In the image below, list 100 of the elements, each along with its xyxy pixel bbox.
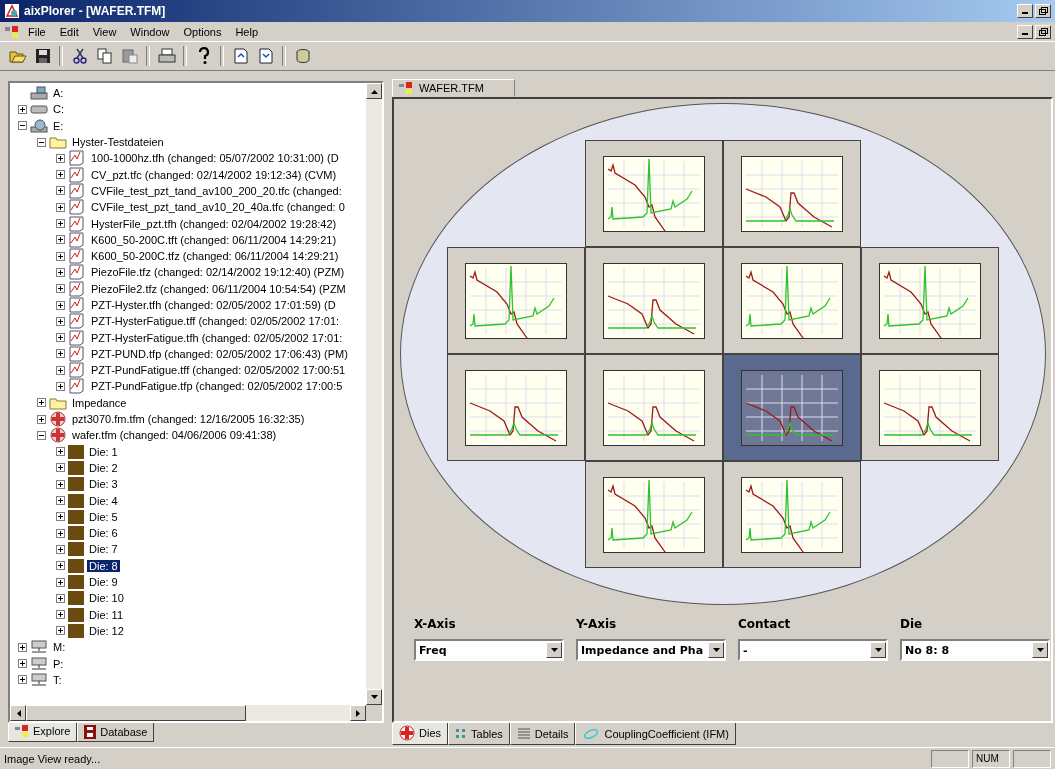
collapse-toggle[interactable]: [37, 430, 46, 440]
expand-toggle[interactable]: [56, 577, 65, 587]
tree-item[interactable]: PiezoFile2.tfz (changed: 06/11/2004 10:54:54) (PZM: [89, 282, 348, 295]
expand-toggle[interactable]: [56, 512, 65, 522]
view-tab[interactable]: Tables: [448, 723, 510, 745]
tree-item[interactable]: 100-1000hz.tfh (changed: 05/07/2002 10:31:00) (D: [89, 152, 341, 165]
expand-toggle[interactable]: [56, 333, 65, 343]
tree-item[interactable]: Die: 11: [87, 608, 126, 621]
die-tile[interactable]: [722, 247, 861, 354]
expand-toggle[interactable]: [56, 219, 65, 228]
tree-item[interactable]: Die: 6: [87, 527, 120, 540]
menu-item[interactable]: File: [22, 24, 52, 39]
die-tile[interactable]: [584, 247, 723, 354]
tree-item[interactable]: Die: 1: [87, 445, 120, 458]
tree-item[interactable]: Die: 5: [87, 510, 120, 523]
collapse-toggle[interactable]: [18, 121, 27, 131]
die-tile[interactable]: [860, 247, 999, 354]
expand-toggle[interactable]: [56, 610, 65, 620]
tree-item[interactable]: PiezoFile.tfz (changed: 02/14/2002 19:12:40) (PZM): [89, 266, 347, 279]
tree-item[interactable]: PZT-PundFatigue.tfp (changed: 02/05/2002 17:00:5: [89, 380, 345, 393]
tree-item[interactable]: CVFile_test_pzt_tand_av100_200_20.tfc (changed:: [89, 184, 344, 197]
restore-button[interactable]: [1035, 24, 1051, 39]
expand-toggle[interactable]: [37, 414, 46, 424]
expand-toggle[interactable]: [56, 479, 65, 489]
die-tile[interactable]: [584, 461, 723, 568]
expand-toggle[interactable]: [56, 300, 65, 310]
view-tab[interactable]: Dies: [392, 723, 448, 745]
tree-item[interactable]: Die: 7: [87, 543, 120, 556]
expand-toggle[interactable]: [56, 496, 65, 506]
tree-item[interactable]: Die: 2: [87, 461, 120, 474]
expand-toggle[interactable]: [56, 202, 65, 212]
die-tile[interactable]: [722, 354, 861, 461]
tree-item[interactable]: M:: [51, 641, 68, 654]
tree-item[interactable]: Die: 9: [87, 576, 120, 589]
expand-toggle[interactable]: [56, 349, 65, 359]
tree-item[interactable]: pzt3070.fm.tfm (changed: 12/16/2005 16:32:35): [70, 413, 307, 426]
tree-item[interactable]: PZT-PUND.tfp (changed: 02/05/2002 17:06:43) (PM): [89, 347, 350, 360]
tree-item[interactable]: PZT-PundFatigue.tff (changed: 02/05/2002 17:00:51: [89, 364, 348, 377]
restore-button[interactable]: [1035, 4, 1051, 18]
expand-toggle[interactable]: [56, 365, 65, 375]
tree-item[interactable]: K600_50-200C.tfz (changed: 06/11/2004 14:29:21): [89, 250, 341, 263]
expand-toggle[interactable]: [56, 463, 65, 473]
dropdown[interactable]: Freq: [414, 639, 564, 661]
tree-item[interactable]: wafer.tfm (changed: 04/06/2006 09:41:38): [70, 429, 279, 442]
tree-item[interactable]: C:: [51, 103, 66, 116]
tree-item[interactable]: Die: 10: [87, 592, 126, 605]
tree-item[interactable]: Impedance: [70, 396, 129, 409]
expand-toggle[interactable]: [56, 593, 65, 603]
expand-toggle[interactable]: [56, 153, 65, 163]
die-tile[interactable]: [446, 354, 585, 461]
die-tile[interactable]: [860, 354, 999, 461]
view-tab[interactable]: CouplingCoefficient (IFM): [575, 723, 736, 745]
panel-tab[interactable]: Database: [77, 723, 155, 742]
die-tile[interactable]: [446, 247, 585, 354]
collapse-toggle[interactable]: [37, 137, 46, 147]
tree-item[interactable]: CVFile_test_pzt_tand_av10_20_40a.tfc (changed: 0: [89, 201, 347, 214]
menu-item[interactable]: Options: [177, 24, 228, 39]
expand-toggle[interactable]: [56, 528, 65, 538]
tree-item[interactable]: CV_pzt.tfc (changed: 02/14/2002 19:12:34) (CVM): [89, 168, 339, 181]
tree-item[interactable]: HysterFile_pzt.tfh (changed: 02/04/2002 19:28:42): [89, 217, 339, 230]
view-tab[interactable]: Details: [509, 723, 576, 745]
tree-item[interactable]: T:: [51, 673, 64, 686]
tree-item[interactable]: Hyster-Testdateien: [70, 136, 166, 149]
die-tile[interactable]: [584, 354, 723, 461]
tree-item[interactable]: Die: 4: [87, 494, 120, 507]
expand-toggle[interactable]: [56, 382, 65, 391]
expand-toggle[interactable]: [56, 170, 65, 180]
tree-item[interactable]: Die: 3: [87, 478, 120, 491]
dropdown[interactable]: -: [738, 639, 888, 661]
die-tile[interactable]: [584, 140, 723, 247]
tree-item[interactable]: Die: 12: [87, 624, 126, 637]
expand-toggle[interactable]: [56, 235, 65, 245]
expand-toggle[interactable]: [56, 561, 65, 571]
menu-item[interactable]: Window: [124, 24, 176, 39]
vertical-scrollbar[interactable]: [366, 83, 382, 705]
die-tile[interactable]: [722, 461, 861, 568]
tree-item[interactable]: E:: [51, 119, 66, 132]
expand-toggle[interactable]: [56, 316, 65, 326]
expand-toggle[interactable]: [56, 251, 65, 261]
tree-item[interactable]: PZT-HysterFatigue.tfh (changed: 02/05/2002 17:01:: [89, 331, 345, 344]
menu-item[interactable]: Help: [229, 24, 265, 39]
expand-toggle[interactable]: [18, 675, 27, 685]
document-tab[interactable]: WAFER.TFM: [392, 79, 515, 97]
tree-item[interactable]: Die: 8: [87, 559, 120, 572]
expand-toggle[interactable]: [18, 642, 27, 652]
die-tile[interactable]: [722, 140, 861, 247]
expand-toggle[interactable]: [56, 626, 65, 636]
menu-item[interactable]: Edit: [53, 24, 85, 39]
tree-item[interactable]: P:: [51, 657, 66, 670]
expand-toggle[interactable]: [18, 104, 27, 114]
menu-item[interactable]: View: [86, 24, 123, 39]
expand-toggle[interactable]: [56, 544, 65, 554]
tree-item[interactable]: K600_50-200C.tft (changed: 06/11/2004 14:29:21): [89, 233, 339, 246]
expand-toggle[interactable]: [56, 267, 65, 277]
minimize-button[interactable]: [1017, 4, 1033, 18]
tree-item[interactable]: PZT-HysterFatigue.tff (changed: 02/05/2002 17:01:: [89, 315, 342, 328]
expand-toggle[interactable]: [56, 447, 65, 457]
dropdown[interactable]: No 8: 8: [900, 639, 1050, 661]
panel-tab[interactable]: Explore: [8, 723, 78, 742]
expand-toggle[interactable]: [56, 284, 65, 294]
